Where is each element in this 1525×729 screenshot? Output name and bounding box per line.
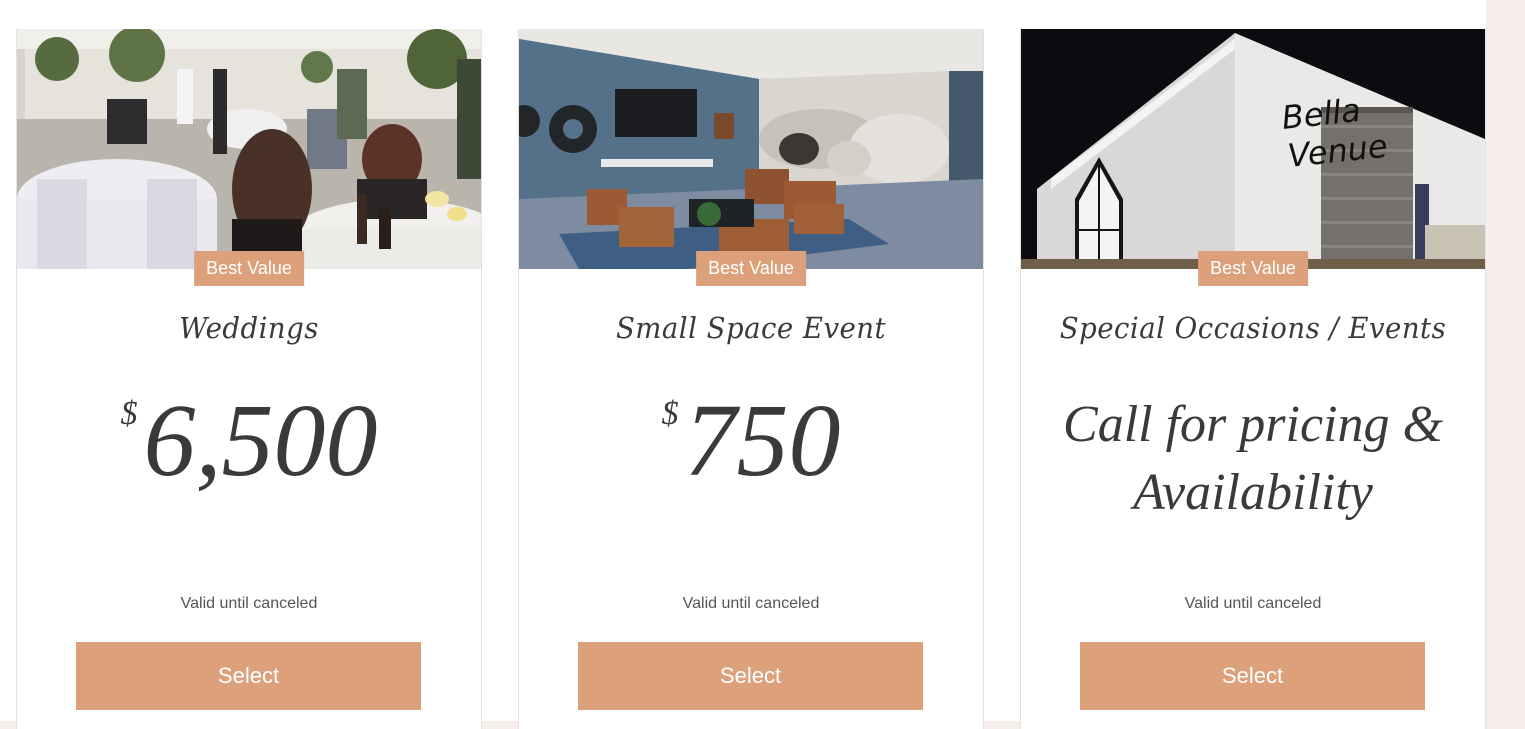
venue-building-photo: Bella Venue [1021, 29, 1485, 269]
plan-price: $750 [519, 381, 983, 501]
plan-card-special-occasions: Bella Venue Best Value Special Occasions… [1020, 29, 1486, 729]
plan-validity: Valid until canceled [180, 595, 318, 612]
plan-title: Special Occasions / Events [1059, 311, 1447, 345]
currency-symbol: $ [120, 395, 138, 432]
plan-title: Small Space Event [615, 311, 887, 345]
select-button[interactable]: Select [1080, 642, 1425, 710]
select-button[interactable]: Select [76, 642, 421, 710]
best-value-ribbon: Best Value [1198, 251, 1308, 286]
select-button[interactable]: Select [578, 642, 923, 710]
plan-validity: Valid until canceled [1184, 595, 1322, 612]
plan-price-text: Call for pricing & Availability [1063, 396, 1443, 521]
plan-card-small-space-event: Best Value Small Space Event $750 Valid … [518, 29, 984, 729]
plan-price: $6,500 [17, 381, 481, 501]
best-value-ribbon: Best Value [696, 251, 806, 286]
price-amount: 6,500 [143, 383, 378, 498]
best-value-ribbon: Best Value [194, 251, 304, 286]
pricing-plans-section: Best Value Weddings $6,500 Valid until c… [0, 0, 1486, 729]
price-amount: 750 [684, 383, 841, 498]
wedding-reception-photo [17, 29, 481, 269]
plan-card-weddings: Best Value Weddings $6,500 Valid until c… [16, 29, 482, 729]
plan-validity: Valid until canceled [682, 595, 820, 612]
plan-title: Weddings [179, 311, 319, 345]
currency-symbol: $ [661, 395, 679, 432]
lounge-room-photo [519, 29, 983, 269]
